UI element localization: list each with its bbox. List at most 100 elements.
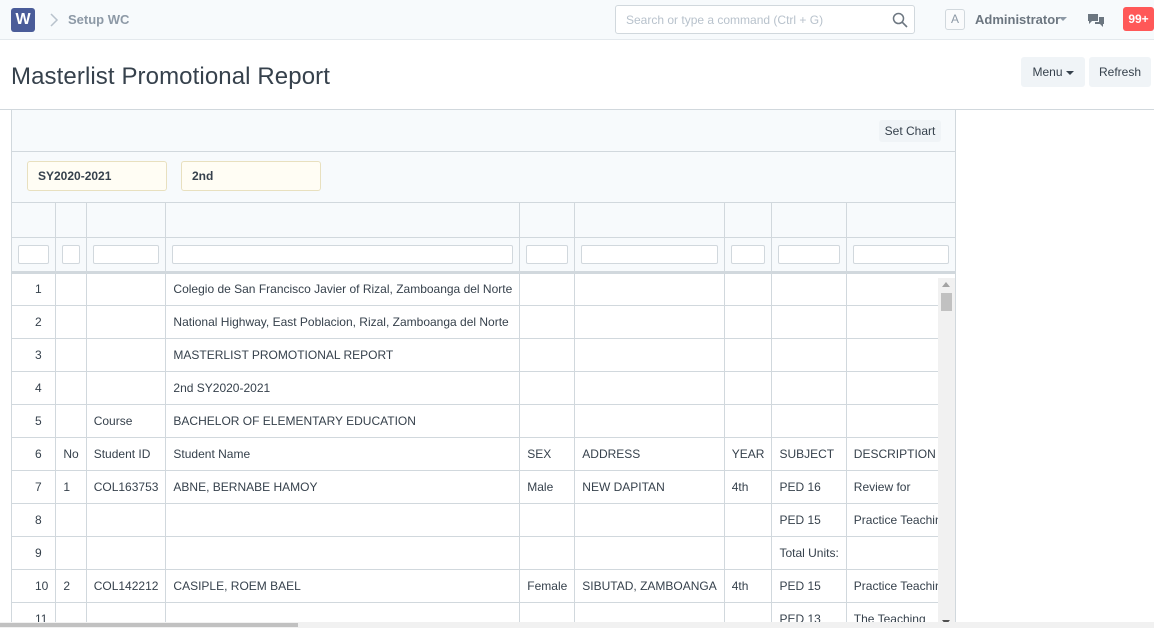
table-cell[interactable]: PED 15 <box>771 568 847 603</box>
scroll-thumb[interactable] <box>0 623 298 627</box>
table-cell[interactable]: Student Name <box>165 436 521 471</box>
table-cell[interactable]: BACHELOR OF ELEMENTARY EDUCATION <box>165 403 521 438</box>
chevron-down-icon[interactable] <box>1059 17 1067 21</box>
table-cell[interactable]: National Highway, East Poblacion, Rizal,… <box>165 304 521 339</box>
column-filter-input[interactable] <box>92 244 160 264</box>
scroll-up-icon[interactable] <box>942 282 950 287</box>
table-cell[interactable]: No <box>55 436 87 471</box>
table-cell[interactable]: COL163753 <box>85 469 167 504</box>
table-cell[interactable] <box>771 304 847 339</box>
column-filter-input[interactable] <box>778 244 840 264</box>
table-cell[interactable]: SEX <box>519 436 576 471</box>
table-cell[interactable]: Total Units: <box>771 535 847 570</box>
table-cell[interactable] <box>85 271 167 306</box>
column-filter-input[interactable] <box>62 244 80 264</box>
table-cell[interactable] <box>85 337 167 372</box>
set-chart-button[interactable]: Set Chart <box>879 120 941 142</box>
scroll-thumb[interactable] <box>941 293 952 311</box>
refresh-button[interactable]: Refresh <box>1089 57 1151 87</box>
table-cell[interactable] <box>165 535 521 570</box>
chat-icon[interactable] <box>1087 11 1105 29</box>
table-cell[interactable] <box>723 337 773 372</box>
table-cell[interactable]: ABNE, BERNABE HAMOY <box>165 469 521 504</box>
table-cell[interactable]: CASIPLE, ROEM BAEL <box>165 568 521 603</box>
table-cell[interactable]: 2 <box>55 568 87 603</box>
table-cell[interactable]: Course <box>85 403 167 438</box>
column-header[interactable] <box>574 203 725 238</box>
table-cell[interactable]: PED 15 <box>771 502 847 537</box>
table-cell[interactable] <box>519 502 576 537</box>
column-filter-input[interactable] <box>852 244 950 264</box>
table-cell[interactable] <box>85 502 167 537</box>
table-cell[interactable]: MASTERLIST PROMOTIONAL REPORT <box>165 337 521 372</box>
row-number-cell[interactable]: 3 <box>12 337 57 372</box>
table-cell[interactable] <box>723 403 773 438</box>
table-cell[interactable]: 4th <box>723 568 773 603</box>
table-cell[interactable] <box>55 502 87 537</box>
table-cell[interactable] <box>519 535 576 570</box>
column-header[interactable] <box>165 203 521 238</box>
table-cell[interactable] <box>723 502 773 537</box>
table-cell[interactable]: SIBUTAD, ZAMBOANGA <box>574 568 725 603</box>
table-cell[interactable] <box>55 271 87 306</box>
table-cell[interactable] <box>723 535 773 570</box>
semester-filter[interactable]: 2nd <box>181 161 321 191</box>
table-cell[interactable] <box>771 370 847 405</box>
table-cell[interactable] <box>519 304 576 339</box>
column-filter-input[interactable] <box>730 244 766 264</box>
row-number-cell[interactable]: 9 <box>12 535 57 570</box>
row-number-cell[interactable]: 10 <box>12 568 57 603</box>
table-cell[interactable]: 4th <box>723 469 773 504</box>
table-cell[interactable] <box>519 337 576 372</box>
search-input[interactable] <box>616 6 886 33</box>
column-header[interactable] <box>845 203 955 238</box>
column-header[interactable] <box>12 203 57 238</box>
column-filter-input[interactable] <box>172 244 514 264</box>
column-header[interactable] <box>723 203 773 238</box>
table-cell[interactable] <box>574 403 725 438</box>
table-cell[interactable] <box>55 304 87 339</box>
table-cell[interactable] <box>723 370 773 405</box>
table-cell[interactable] <box>574 370 725 405</box>
table-cell[interactable] <box>85 535 167 570</box>
column-filter-input[interactable] <box>18 244 50 264</box>
table-cell[interactable]: YEAR <box>723 436 773 471</box>
table-cell[interactable] <box>519 271 576 306</box>
row-number-cell[interactable]: 2 <box>12 304 57 339</box>
table-cell[interactable]: PED 16 <box>771 469 847 504</box>
table-cell[interactable] <box>55 535 87 570</box>
table-cell[interactable]: Female <box>519 568 576 603</box>
table-cell[interactable] <box>85 304 167 339</box>
table-cell[interactable] <box>574 502 725 537</box>
row-number-cell[interactable]: 6 <box>12 436 57 471</box>
table-cell[interactable] <box>574 337 725 372</box>
table-cell[interactable]: NEW DAPITAN <box>574 469 725 504</box>
row-number-cell[interactable]: 7 <box>12 469 57 504</box>
row-number-cell[interactable]: 1 <box>12 271 57 306</box>
column-header[interactable] <box>85 203 167 238</box>
table-cell[interactable] <box>771 271 847 306</box>
table-cell[interactable]: 2nd SY2020-2021 <box>165 370 521 405</box>
table-cell[interactable] <box>574 304 725 339</box>
breadcrumb[interactable]: Setup WC <box>68 12 129 27</box>
table-cell[interactable] <box>723 304 773 339</box>
notifications-badge[interactable]: 99+ <box>1123 7 1154 31</box>
table-cell[interactable]: ADDRESS <box>574 436 725 471</box>
table-cell[interactable]: Student ID <box>85 436 167 471</box>
table-cell[interactable] <box>519 370 576 405</box>
app-logo[interactable]: W <box>11 8 35 32</box>
table-cell[interactable]: COL142212 <box>85 568 167 603</box>
horizontal-scrollbar[interactable] <box>0 622 1154 628</box>
avatar[interactable]: A <box>945 9 965 30</box>
table-cell[interactable] <box>55 337 87 372</box>
table-cell[interactable]: Colegio de San Francisco Javier of Rizal… <box>165 271 521 306</box>
table-cell[interactable] <box>574 271 725 306</box>
table-cell[interactable] <box>55 370 87 405</box>
column-header[interactable] <box>771 203 847 238</box>
row-number-cell[interactable]: 5 <box>12 403 57 438</box>
school-year-filter[interactable]: SY2020-2021 <box>27 161 167 191</box>
row-number-cell[interactable]: 8 <box>12 502 57 537</box>
table-cell[interactable]: SUBJECT <box>771 436 847 471</box>
search-icon[interactable] <box>892 12 908 28</box>
user-menu[interactable]: Administrator <box>975 12 1060 27</box>
